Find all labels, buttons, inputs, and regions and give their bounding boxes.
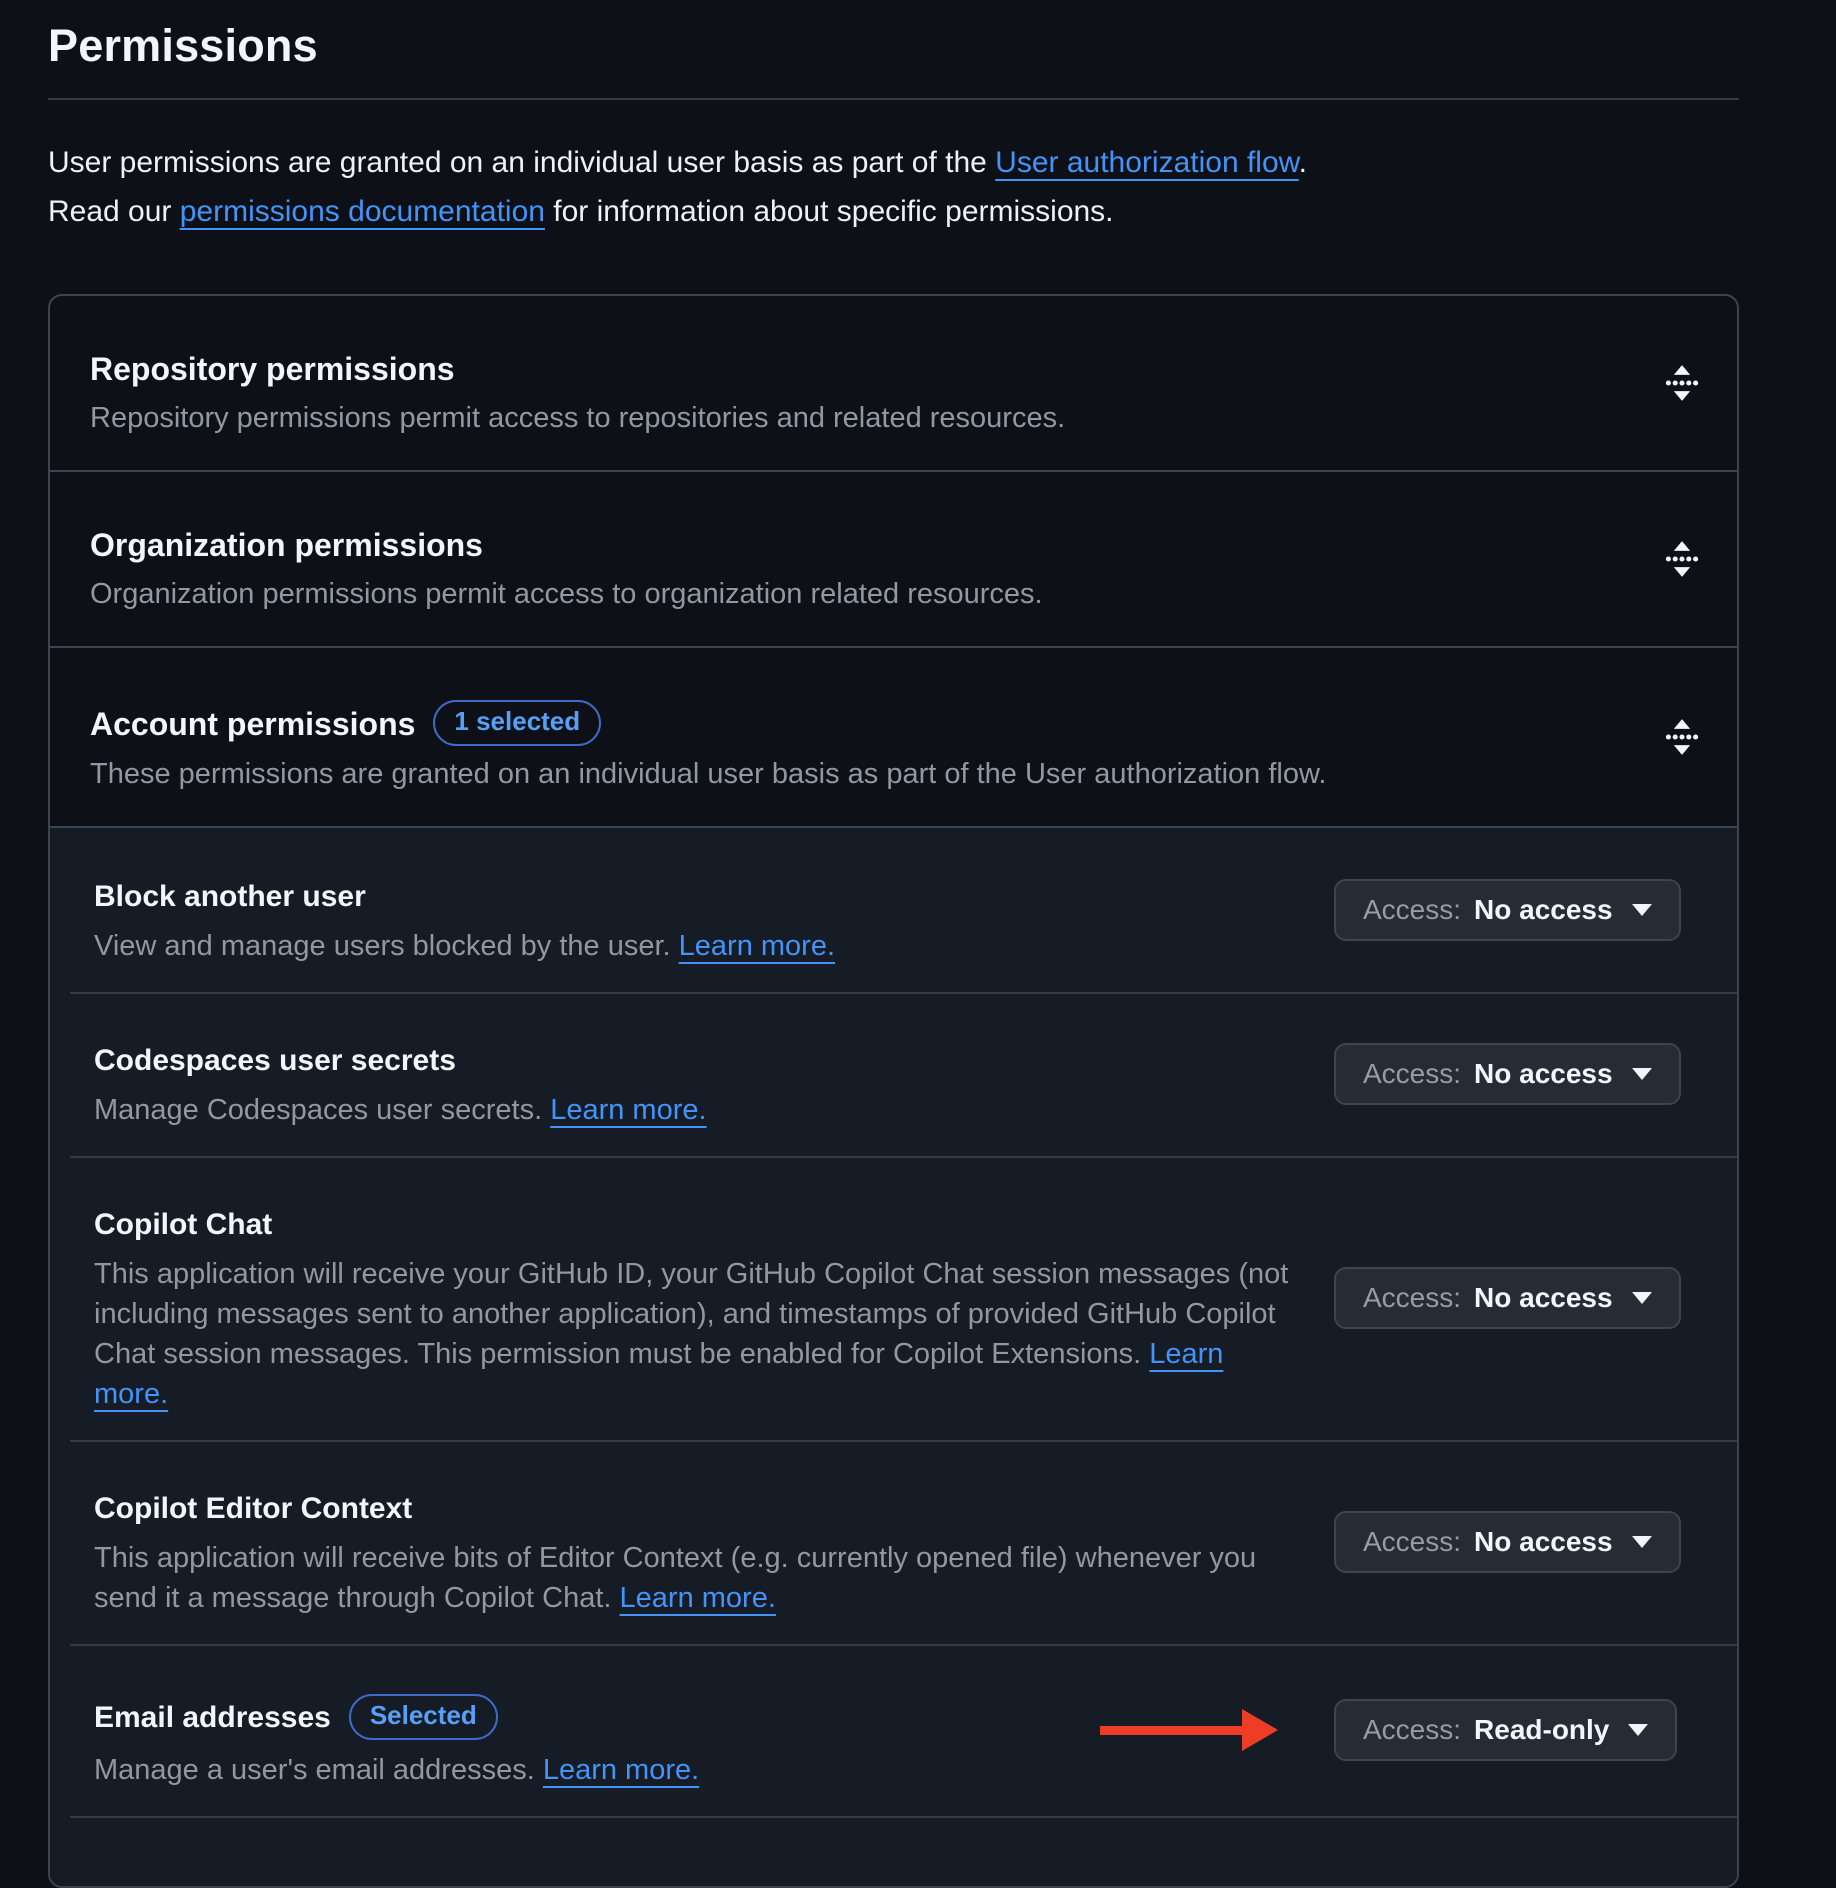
- selected-badge: Selected: [349, 1694, 498, 1740]
- permission-description: Manage a user's email addresses. Learn m…: [94, 1750, 1294, 1790]
- page-title: Permissions: [48, 0, 1739, 100]
- permission-row-block-another-user: Block another user View and manage users…: [50, 828, 1737, 992]
- section-description: Repository permissions permit access to …: [90, 398, 1557, 438]
- learn-more-link[interactable]: Learn more.: [550, 1094, 706, 1126]
- access-value: Read-only: [1474, 1714, 1609, 1746]
- access-value: No access: [1474, 894, 1613, 926]
- permissions-documentation-link[interactable]: permissions documentation: [180, 195, 545, 228]
- drag-handle-icon[interactable]: [1665, 364, 1699, 402]
- section-title: Account permissions 1 selected: [90, 700, 1557, 746]
- access-dropdown-email-addresses[interactable]: Access: Read-only: [1334, 1699, 1677, 1761]
- section-description: Organization permissions permit access t…: [90, 574, 1557, 614]
- access-value: No access: [1474, 1526, 1613, 1558]
- permission-row-codespaces-user-secrets: Codespaces user secrets Manage Codespace…: [50, 992, 1737, 1156]
- access-dropdown-copilot-chat[interactable]: Access: No access: [1334, 1267, 1681, 1329]
- red-arrow-icon: [1100, 1709, 1278, 1751]
- permission-action: Access: No access: [1334, 1043, 1681, 1105]
- access-label: Access:: [1363, 894, 1461, 926]
- permission-info: Codespaces user secrets Manage Codespace…: [94, 992, 1334, 1156]
- access-value: No access: [1474, 1282, 1613, 1314]
- permission-description-text: This application will receive your GitHu…: [94, 1258, 1288, 1370]
- drag-handle-icon[interactable]: [1665, 540, 1699, 578]
- intro-line-1: User permissions are granted on an indiv…: [48, 138, 1739, 187]
- permission-description: This application will receive bits of Ed…: [94, 1538, 1294, 1618]
- permission-description: Manage Codespaces user secrets. Learn mo…: [94, 1090, 1294, 1130]
- chevron-down-icon: [1632, 904, 1652, 916]
- access-dropdown-block-another-user[interactable]: Access: No access: [1334, 879, 1681, 941]
- permission-name: Block another user: [94, 878, 1294, 916]
- permission-info: Copilot Editor Context This application …: [94, 1440, 1334, 1644]
- permission-row-partial: [50, 1816, 1737, 1886]
- permission-description-text: Manage Codespaces user secrets.: [94, 1094, 542, 1126]
- permissions-panel: Repository permissions Repository permis…: [48, 294, 1739, 1888]
- permission-action: Access: No access: [1334, 1267, 1681, 1329]
- access-value: No access: [1474, 1058, 1613, 1090]
- learn-more-link[interactable]: Learn more.: [543, 1754, 699, 1786]
- permission-name: Copilot Editor Context: [94, 1490, 1294, 1528]
- intro-line-2-suffix: for information about specific permissio…: [545, 195, 1114, 228]
- permission-row-email-addresses: Email addresses Selected Manage a user's …: [50, 1644, 1737, 1816]
- chevron-down-icon: [1632, 1068, 1652, 1080]
- access-label: Access:: [1363, 1526, 1461, 1558]
- permission-info: Copilot Chat This application will recei…: [94, 1156, 1334, 1440]
- chevron-down-icon: [1628, 1724, 1648, 1736]
- permission-name: Copilot Chat: [94, 1206, 1294, 1244]
- learn-more-link[interactable]: Learn more.: [620, 1582, 776, 1614]
- access-label: Access:: [1363, 1058, 1461, 1090]
- permission-name: Codespaces user secrets: [94, 1042, 1294, 1080]
- permission-description: View and manage users blocked by the use…: [94, 926, 1294, 966]
- permission-action: Access: Read-only: [1334, 1699, 1677, 1761]
- chevron-down-icon: [1632, 1292, 1652, 1304]
- permission-description-text: View and manage users blocked by the use…: [94, 930, 671, 962]
- permission-row-copilot-chat: Copilot Chat This application will recei…: [50, 1156, 1737, 1440]
- access-dropdown-copilot-editor-context[interactable]: Access: No access: [1334, 1511, 1681, 1573]
- access-label: Access:: [1363, 1714, 1461, 1746]
- permission-name-text: Email addresses: [94, 1701, 331, 1734]
- intro-line-1-suffix: .: [1299, 146, 1307, 179]
- access-dropdown-codespaces-user-secrets[interactable]: Access: No access: [1334, 1043, 1681, 1105]
- access-label: Access:: [1363, 1282, 1461, 1314]
- intro-line-2: Read our permissions documentation for i…: [48, 187, 1739, 236]
- learn-more-link[interactable]: Learn more.: [679, 930, 835, 962]
- drag-handle-icon[interactable]: [1665, 718, 1699, 756]
- section-description: These permissions are granted on an indi…: [90, 754, 1557, 794]
- section-title-text: Account permissions: [90, 706, 415, 742]
- permission-description-text: Manage a user's email addresses.: [94, 1754, 535, 1786]
- section-title: Repository permissions: [90, 348, 1557, 390]
- permissions-page: Permissions User permissions are granted…: [0, 0, 1836, 1888]
- intro-text: User permissions are granted on an indiv…: [48, 138, 1739, 236]
- permission-action: Access: No access: [1334, 1511, 1681, 1573]
- user-authorization-flow-link[interactable]: User authorization flow: [995, 146, 1299, 179]
- selected-count-badge: 1 selected: [433, 700, 601, 746]
- section-account-permissions: Account permissions 1 selected These perm…: [50, 648, 1737, 828]
- chevron-down-icon: [1632, 1536, 1652, 1548]
- permission-info: Block another user View and manage users…: [94, 828, 1334, 992]
- section-organization-permissions: Organization permissions Organization pe…: [50, 472, 1737, 648]
- intro-line-1-prefix: User permissions are granted on an indiv…: [48, 146, 995, 179]
- section-repository-permissions: Repository permissions Repository permis…: [50, 296, 1737, 472]
- permission-row-copilot-editor-context: Copilot Editor Context This application …: [50, 1440, 1737, 1644]
- permission-action: Access: No access: [1334, 879, 1681, 941]
- permission-description: This application will receive your GitHu…: [94, 1254, 1294, 1414]
- section-title: Organization permissions: [90, 524, 1557, 566]
- intro-line-2-prefix: Read our: [48, 195, 180, 228]
- account-permissions-list: Block another user View and manage users…: [50, 828, 1737, 1886]
